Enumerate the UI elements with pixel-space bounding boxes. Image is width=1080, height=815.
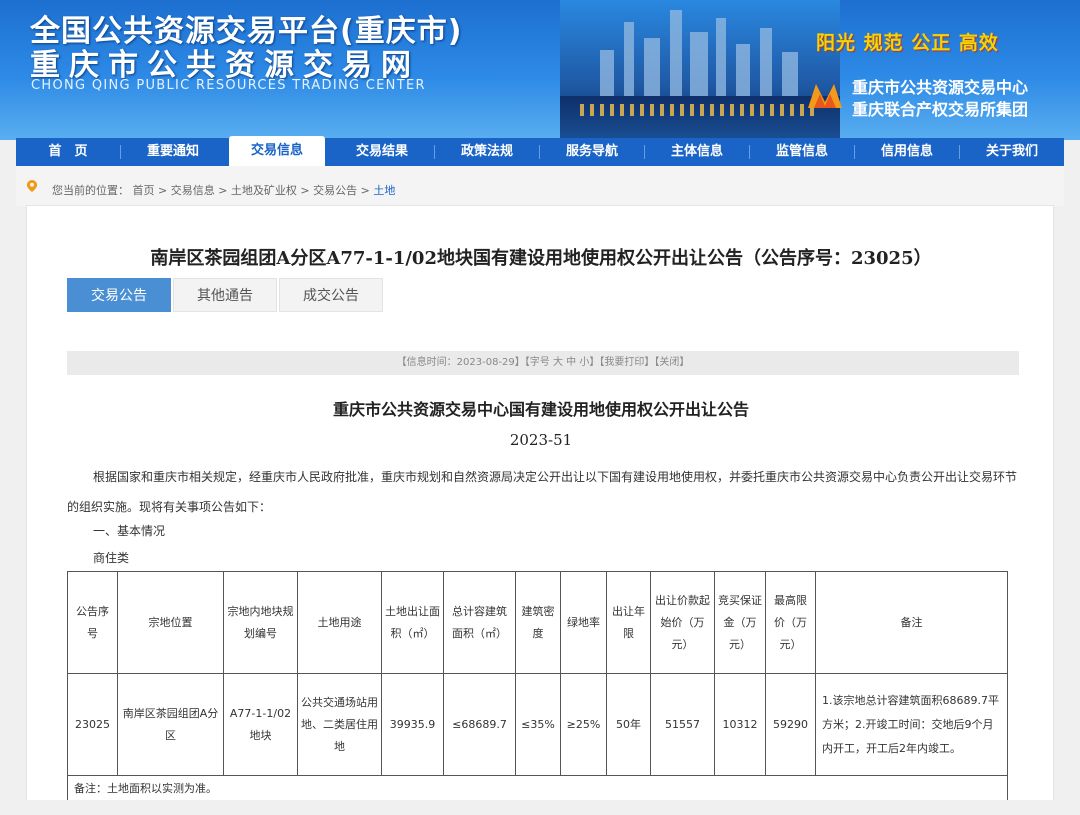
- announcement-number: 2023-51: [509, 431, 573, 449]
- main-nav: 首 页 重要通知 交易信息 交易结果 政策法规 服务导航 主体信息 监管信息 信…: [16, 136, 1064, 166]
- breadcrumb-prefix: 您当前的位置：: [52, 184, 129, 197]
- table-header: 宗地位置: [117, 571, 224, 674]
- table-header-row: 公告序号 宗地位置 宗地内地块规划编号 土地用途 土地出让面积（㎡） 总计容建筑…: [67, 571, 1008, 674]
- nav-notices[interactable]: 重要通知: [121, 138, 225, 166]
- table-header: 绿地率: [560, 571, 607, 674]
- org-name-2: 重庆联合产权交易所集团: [852, 100, 1029, 119]
- tab-deal-notice[interactable]: 成交公告: [279, 278, 383, 312]
- breadcrumb-current[interactable]: 土地: [373, 184, 395, 197]
- table-row: 23025 南岸区茶园组团A分区 A77-1-1/02地块 公共交通场站用地、二…: [67, 673, 1008, 776]
- tab-trade-notice[interactable]: 交易公告: [67, 278, 171, 312]
- city-skyline-image: [560, 0, 840, 140]
- table-header: 竞买保证金（万元）: [714, 571, 766, 674]
- nav-policy[interactable]: 政策法规: [435, 138, 539, 166]
- table-header: 土地出让面积（㎡）: [381, 571, 444, 674]
- table-header: 宗地内地块规划编号: [223, 571, 298, 674]
- table-header: 公告序号: [67, 571, 118, 674]
- tab-other-notice[interactable]: 其他通告: [173, 278, 277, 312]
- content-panel: 南岸区茶园组团A分区A77-1-1/02地块国有建设用地使用权公开出让公告（公告…: [26, 205, 1054, 815]
- section-heading: 一、基本情况: [93, 524, 166, 538]
- page-bottom: [0, 800, 1080, 815]
- announcement-title: 重庆市公共资源交易中心国有建设用地使用权公开出让公告: [332, 400, 749, 419]
- nav-subject-info[interactable]: 主体信息: [645, 138, 749, 166]
- info-bar[interactable]: 【信息时间：2023-08-29】【字号 大 中 小】【我要打印】【关闭】: [67, 351, 1019, 375]
- nav-trade-results[interactable]: 交易结果: [330, 138, 434, 166]
- org-logo-icon: [808, 84, 842, 108]
- table-header: 备注: [815, 571, 1008, 674]
- location-pin-icon: [26, 180, 38, 192]
- nav-supervision[interactable]: 监管信息: [750, 138, 854, 166]
- site-header: 全国公共资源交易平台(重庆市) 重庆市公共资源交易网 CHONG QING PU…: [0, 0, 1080, 140]
- category-label: 商住类: [93, 551, 130, 565]
- breadcrumb-text: 您当前的位置： 首页 > 交易信息 > 土地及矿业权 > 交易公告 > 土地: [52, 182, 395, 198]
- nav-about[interactable]: 关于我们: [960, 138, 1064, 166]
- table-header: 总计容建筑面积（㎡）: [443, 571, 516, 674]
- slogan: 阳光 规范 公正 高效: [816, 32, 999, 54]
- breadcrumb: 您当前的位置： 首页 > 交易信息 > 土地及矿业权 > 交易公告 > 土地: [16, 166, 1064, 206]
- table-cell: ≤35%: [515, 673, 561, 776]
- table-header: 建筑密度: [515, 571, 561, 674]
- table-cell: 39935.9: [381, 673, 444, 776]
- org-name-1: 重庆市公共资源交易中心: [852, 78, 1029, 97]
- table-header: 出让年限: [606, 571, 651, 674]
- table-cell-remark: 1.该宗地总计容建筑面积68689.7平方米；2.开竣工时间：交地后9个月内开工…: [815, 673, 1008, 776]
- table-header: 最高限价（万元）: [765, 571, 816, 674]
- table-footnote: 备注：土地面积以实测为准。: [67, 775, 1008, 802]
- nav-trade-info[interactable]: 交易信息: [229, 136, 325, 166]
- table-header: 土地用途: [297, 571, 382, 674]
- announcement-paragraph: 根据国家和重庆市相关规定，经重庆市人民政府批准，重庆市规划和自然资源局决定公开出…: [67, 470, 1018, 514]
- table-cell: 南岸区茶园组团A分区: [117, 673, 224, 776]
- table-cell: A77-1-1/02地块: [223, 673, 298, 776]
- table-cell: ≥25%: [560, 673, 607, 776]
- table-cell: ≤68689.7: [443, 673, 516, 776]
- nav-service[interactable]: 服务导航: [540, 138, 644, 166]
- table-cell: 51557: [650, 673, 715, 776]
- table-cell: 23025: [67, 673, 118, 776]
- table-cell: 10312: [714, 673, 766, 776]
- page-title: 南岸区茶园组团A分区A77-1-1/02地块国有建设用地使用权公开出让公告（公告…: [150, 248, 932, 269]
- table-cell: 公共交通场站用地、二类居住用地: [297, 673, 382, 776]
- table-header: 出让价款起始价（万元）: [650, 571, 715, 674]
- breadcrumb-path[interactable]: 首页 > 交易信息 > 土地及矿业权 > 交易公告 >: [133, 184, 374, 197]
- nav-credit[interactable]: 信用信息: [855, 138, 959, 166]
- table-cell: 59290: [765, 673, 816, 776]
- site-title-english: CHONG QING PUBLIC RESOURCES TRADING CENT…: [31, 78, 426, 93]
- nav-home[interactable]: 首 页: [16, 138, 120, 166]
- land-info-table: 公告序号 宗地位置 宗地内地块规划编号 土地用途 土地出让面积（㎡） 总计容建筑…: [67, 571, 1008, 802]
- table-footnote-row: 备注：土地面积以实测为准。: [67, 775, 1008, 802]
- table-cell: 50年: [606, 673, 651, 776]
